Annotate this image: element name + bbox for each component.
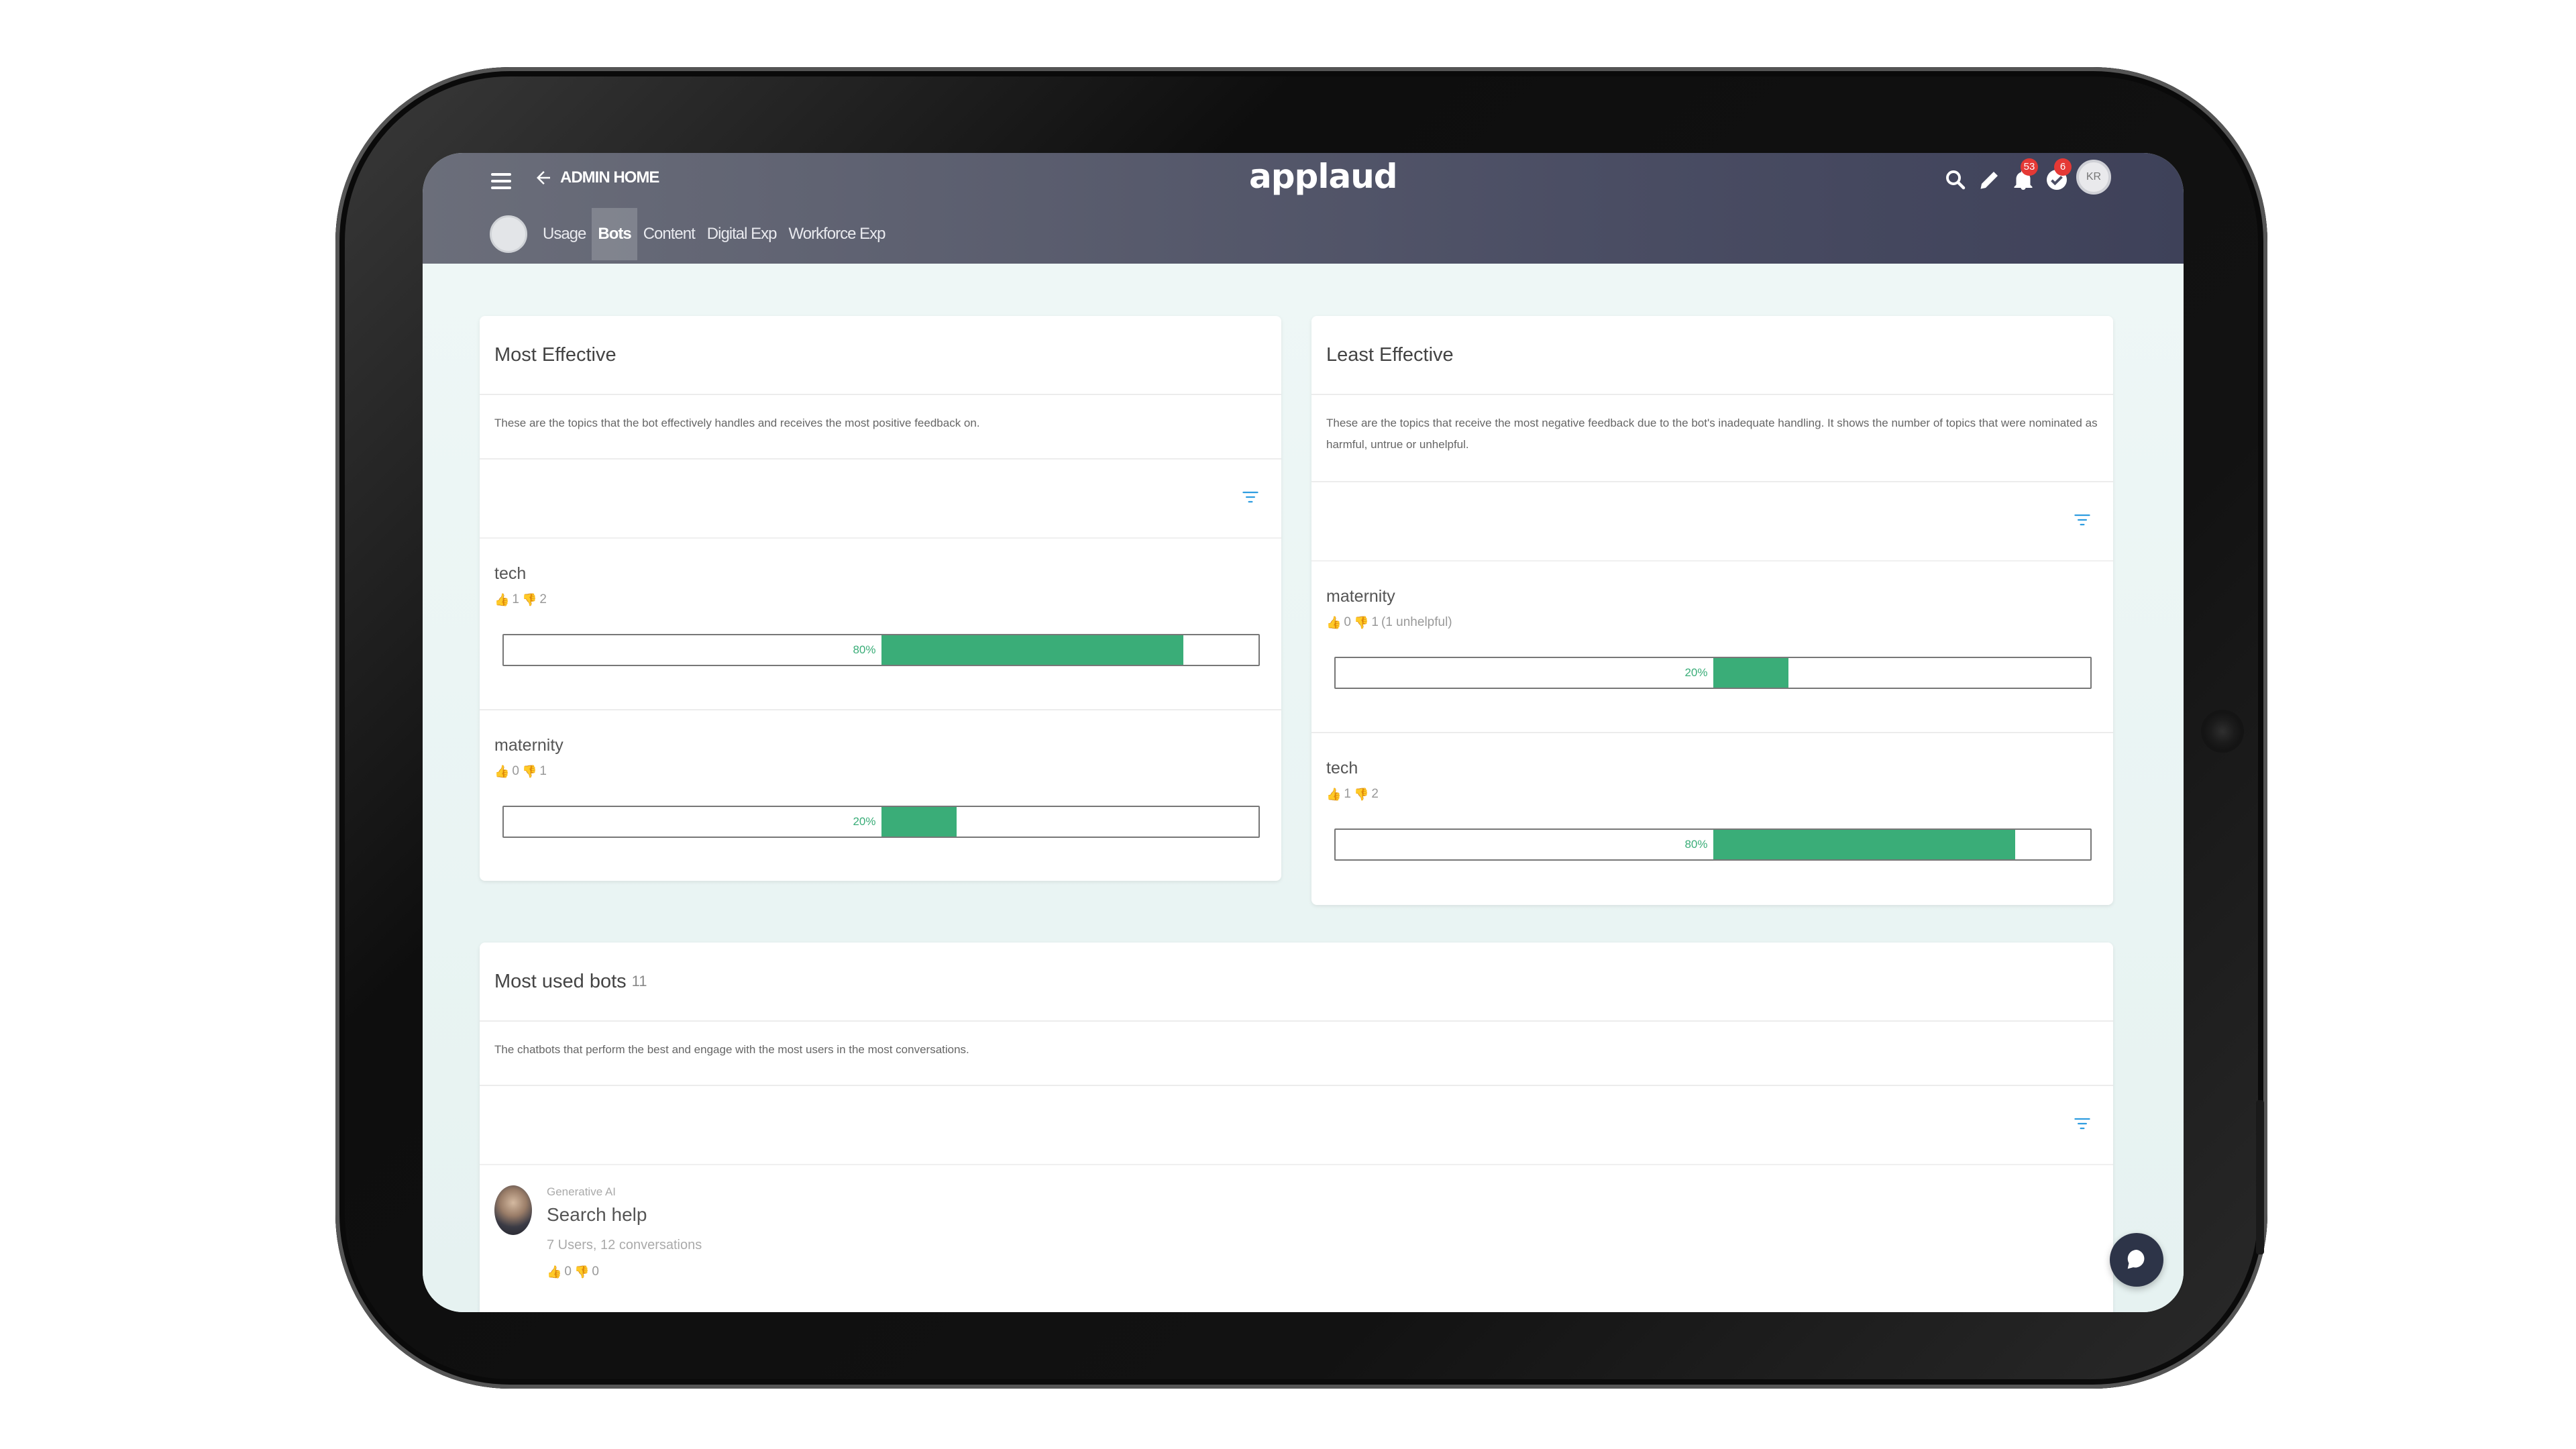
progress-label: 80% [853,643,876,656]
thumbs-up-icon: 👍 [1326,787,1342,801]
thumbs-down-icon: 👎 [1354,787,1369,801]
bots-count: 11 [631,973,647,989]
bot-list-item[interactable]: Generative AI Search help 7 Users, 12 co… [480,1185,2113,1312]
notifications-badge: 53 [2021,158,2038,176]
topic-name: maternity [1326,587,1395,606]
progress-fill [1713,658,1788,688]
admin-home-label: ADMIN HOME [560,168,659,186]
chat-button[interactable] [2110,1233,2163,1287]
topic-votes: 👍 1 👎 2 [494,592,547,607]
brand-logo: applaud [1249,157,1398,196]
notifications-button[interactable]: 53 [2011,158,2038,195]
topic-name: maternity [494,736,564,755]
upvote-count: 0 [564,1265,572,1279]
progress-label: 20% [853,815,876,828]
bot-usage: 7 Users, 12 conversations [547,1238,702,1252]
filter-icon[interactable] [2072,511,2093,529]
bot-category: Generative AI [547,1185,616,1198]
card-description: These are the topics that the bot effect… [480,395,1281,460]
card-title: Least Effective [1311,316,2113,395]
tab-digital-exp[interactable]: Digital Exp [701,208,783,260]
downvote-count: 0 [592,1265,599,1279]
chat-bubble-icon [2127,1250,2145,1269]
bot-name: Search help [547,1204,647,1225]
app-screen: ADMIN HOME applaud 53 6 KR Usage Bots Co… [423,153,2184,1312]
topic-item: maternity 👍 0 👎 1 (1 unhelpful) 20% [1311,561,2113,733]
hamburger-icon[interactable] [491,169,511,193]
topic-name: tech [494,564,527,583]
pencil-icon[interactable] [1978,168,2002,192]
card-title: Most Effective [480,316,1281,395]
thumbs-down-icon: 👎 [522,592,537,606]
vote-detail: (1 unhelpful) [1381,615,1452,629]
top-header: ADMIN HOME applaud 53 6 KR Usage Bots Co… [423,153,2184,264]
arrow-left-icon [537,171,550,184]
thumbs-down-icon: 👎 [1354,615,1369,629]
upvote-count: 1 [1344,787,1351,801]
downvote-count: 1 [539,764,547,778]
tab-workforce-exp[interactable]: Workforce Exp [783,208,892,260]
filter-icon[interactable] [1240,488,1261,506]
most-used-bots-card: Most used bots 11 The chatbots that perf… [480,943,2113,1312]
tablet-side-button [2256,1100,2264,1254]
tab-usage[interactable]: Usage [537,208,592,260]
thumbs-up-icon: 👍 [494,764,510,778]
upvote-count: 1 [512,592,519,606]
downvote-count: 2 [1371,787,1379,801]
bot-votes: 👍 0 👎 0 [547,1265,599,1279]
topic-name: tech [1326,759,1358,777]
topic-votes: 👍 1 👎 2 [1326,787,1379,802]
tasks-badge: 6 [2054,158,2072,176]
filter-row [480,1086,2113,1165]
admin-home-link[interactable]: ADMIN HOME [533,168,659,188]
filter-row [1311,482,2113,561]
search-icon[interactable] [1943,168,1968,192]
progress-label: 80% [1684,838,1708,851]
upvote-count: 0 [512,764,519,778]
tablet-camera [2204,712,2241,750]
progress-fill [1713,830,2015,859]
progress-bar: 80% [1334,828,2092,861]
card-title: Most used bots 11 [480,943,2113,1022]
thumbs-down-icon: 👎 [574,1265,590,1279]
topic-item: tech 👍 1 👎 2 80% [480,539,1281,710]
card-description: These are the topics that receive the mo… [1311,395,2113,482]
tab-bots[interactable]: Bots [592,208,637,260]
progress-label: 20% [1684,666,1708,679]
downvote-count: 2 [539,592,547,606]
topic-item: maternity 👍 0 👎 1 20% [480,710,1281,879]
progress-fill [881,635,1183,665]
topic-votes: 👍 0 👎 1 (1 unhelpful) [1326,615,1452,630]
card-title-text: Most used bots [494,970,627,992]
tab-avatar [490,215,527,253]
progress-fill [881,807,957,837]
thumbs-down-icon: 👎 [522,764,537,778]
user-avatar[interactable]: KR [2076,160,2111,195]
progress-bar: 80% [502,634,1260,666]
least-effective-card: Least Effective These are the topics tha… [1311,316,2113,905]
tab-content[interactable]: Content [637,208,701,260]
bot-avatar [494,1185,532,1235]
filter-row [480,460,1281,539]
most-effective-card: Most Effective These are the topics that… [480,316,1281,881]
thumbs-up-icon: 👍 [547,1265,562,1279]
upvote-count: 0 [1344,615,1351,629]
tab-bar: Usage Bots Content Digital Exp Workforce… [490,208,891,260]
progress-bar: 20% [1334,657,2092,689]
tasks-button[interactable]: 6 [2045,158,2072,195]
topic-votes: 👍 0 👎 1 [494,764,547,779]
thumbs-up-icon: 👍 [1326,615,1342,629]
downvote-count: 1 [1371,615,1379,629]
progress-bar: 20% [502,806,1260,838]
topic-item: tech 👍 1 👎 2 80% [1311,733,2113,902]
thumbs-up-icon: 👍 [494,592,510,606]
card-description: The chatbots that perform the best and e… [480,1022,2113,1086]
filter-icon[interactable] [2072,1114,2093,1133]
